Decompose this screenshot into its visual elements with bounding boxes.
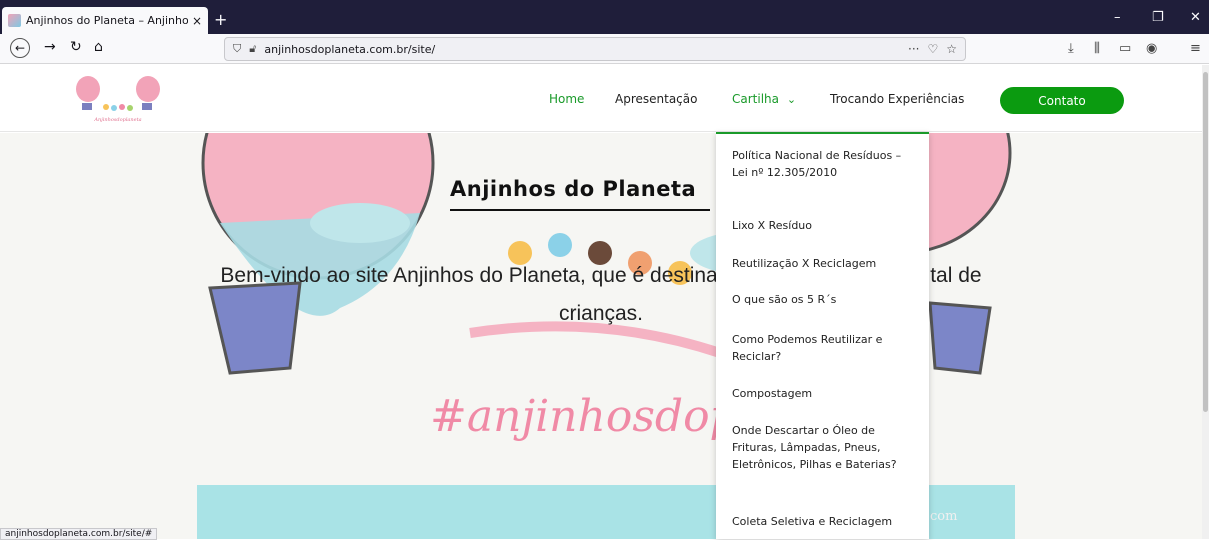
nav-cartilha[interactable]: Cartilha ⌄ <box>732 92 796 106</box>
sidebar-icon[interactable]: ▭ <box>1119 41 1131 56</box>
restore-icon[interactable]: ❐ <box>1152 10 1164 25</box>
tab-close-icon[interactable]: × <box>192 14 202 28</box>
nav-trocando-experiencias[interactable]: Trocando Experiências <box>830 92 964 106</box>
site-logo[interactable]: Anjinhosdoplaneta <box>70 75 166 125</box>
hero-text-line1: Bem-vindo ao site Anjinhos do Planeta, q… <box>220 264 982 287</box>
address-bar[interactable]: ⛉ 🔓︎ anjinhosdoplaneta.com.br/site/ ··· … <box>224 37 966 61</box>
dropdown-item-como-reutilizar[interactable]: Como Podemos Reutilizar e Reciclar? <box>732 331 917 365</box>
cartilha-dropdown: Política Nacional de Resíduos – Lei nº 1… <box>716 132 929 539</box>
nav-cartilha-label: Cartilha <box>732 92 779 106</box>
dropdown-item-5rs[interactable]: O que são os 5 R´s <box>732 291 917 308</box>
site-favicon-icon <box>8 14 21 27</box>
hero-title: Anjinhos do Planeta <box>450 177 697 201</box>
dropdown-item-coleta-seletiva[interactable]: Coleta Seletiva e Reciclagem <box>732 513 917 530</box>
dropdown-item-reutilizacao[interactable]: Reutilização X Reciclagem <box>732 255 917 272</box>
browser-titlebar: Anjinhos do Planeta – Anjinhos × + – ❐ ✕ <box>0 0 1209 34</box>
nav-home[interactable]: Home <box>549 92 584 106</box>
window-close-icon[interactable]: ✕ <box>1190 10 1201 25</box>
nav-apresentacao[interactable]: Apresentação <box>615 92 697 106</box>
reload-icon[interactable]: ↻ <box>70 39 82 55</box>
logo-caption: Anjinhosdoplaneta <box>93 117 141 123</box>
contact-button[interactable]: Contato <box>1000 87 1124 114</box>
account-icon[interactable]: ◉ <box>1146 41 1157 56</box>
minimize-icon[interactable]: – <box>1114 10 1121 25</box>
teal-banner-text: com <box>930 509 958 524</box>
pocket-icon[interactable]: ♡ <box>927 42 938 56</box>
back-arrow-icon[interactable]: ← <box>10 38 30 58</box>
dropdown-item-lixo[interactable]: Lixo X Resíduo <box>732 217 917 234</box>
hero-title-underline <box>450 209 710 211</box>
url-text[interactable]: anjinhosdoplaneta.com.br/site/ <box>264 43 900 56</box>
tab-title: Anjinhos do Planeta – Anjinhos <box>26 14 188 27</box>
dropdown-item-onde-descartar[interactable]: Onde Descartar o Óleo de Frituras, Lâmpa… <box>732 422 917 473</box>
chevron-down-icon: ⌄ <box>786 93 797 106</box>
dropdown-item-politica[interactable]: Política Nacional de Resíduos – Lei nº 1… <box>732 147 917 181</box>
browser-tab[interactable]: Anjinhos do Planeta – Anjinhos × <box>2 7 208 34</box>
dropdown-item-compostagem[interactable]: Compostagem <box>732 385 917 402</box>
home-icon[interactable]: ⌂ <box>94 39 103 55</box>
forward-arrow-icon[interactable]: → <box>44 39 56 55</box>
menu-hamburger-icon[interactable]: ≡ <box>1190 41 1201 56</box>
hero-text-line2: crianças. <box>558 302 644 325</box>
downloads-icon[interactable]: ⤓ <box>1068 41 1074 56</box>
site-header: Anjinhosdoplaneta Home Apresentação Cart… <box>0 65 1202 132</box>
bookmark-star-icon[interactable]: ☆ <box>946 42 957 56</box>
library-icon[interactable]: ⫼ <box>1094 41 1100 56</box>
page-scrollbar-thumb[interactable] <box>1203 72 1208 412</box>
insecure-lock-icon[interactable]: 🔓︎ <box>249 42 256 56</box>
hero-section: Anjinhos do Planeta Bem-vindo ao site An… <box>0 133 1202 539</box>
status-bar: anjinhosdoplaneta.com.br/site/# <box>0 528 158 540</box>
hero-text: Bem-vindo ao site Anjinhos do Planeta, q… <box>0 257 1202 333</box>
browser-navbar: ← → ↻ ⌂ ⛉ 🔓︎ anjinhosdoplaneta.com.br/si… <box>0 34 1209 64</box>
new-tab-button[interactable]: + <box>214 10 227 29</box>
shield-icon[interactable]: ⛉ <box>233 42 241 56</box>
page-actions-icon[interactable]: ··· <box>908 42 919 56</box>
